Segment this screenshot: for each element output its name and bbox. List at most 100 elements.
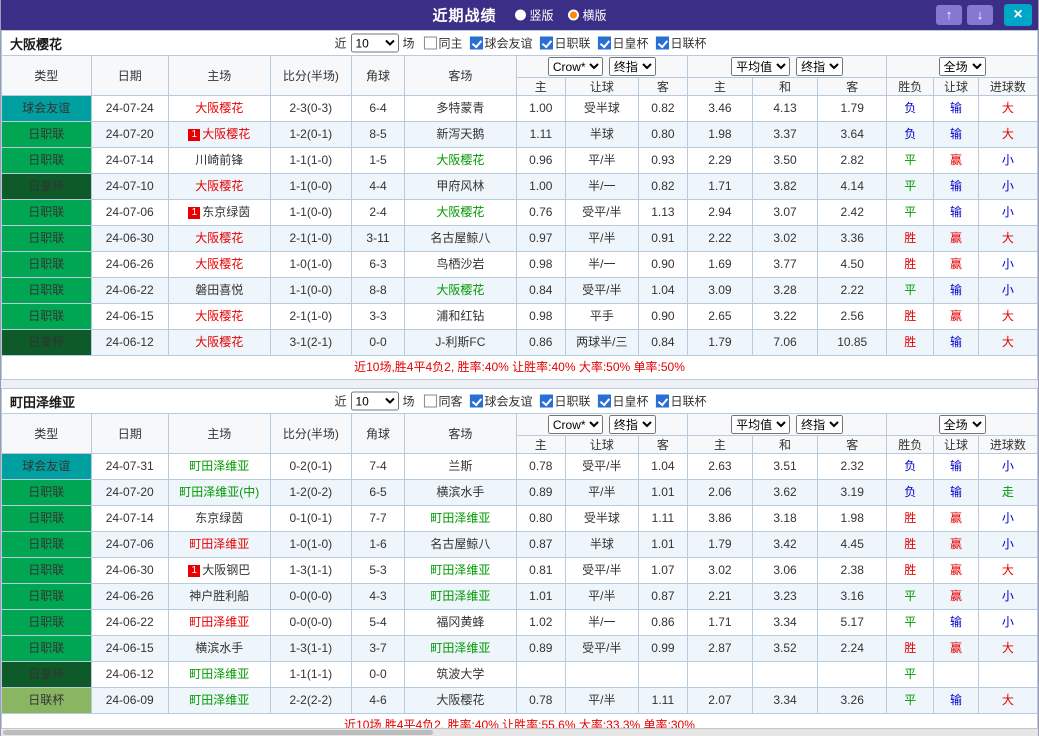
checkbox-icon [423, 394, 437, 408]
match-count-select[interactable]: 10 [350, 33, 399, 53]
league-checkbox-0[interactable]: 球会友谊 [469, 393, 533, 410]
result-handicap-cell: 输 [933, 453, 979, 480]
home-team-name: 东京绿茵 [202, 205, 251, 219]
odds-stage-select[interactable]: 终指 [608, 57, 656, 76]
league-checkbox-3[interactable]: 日联杯 [655, 393, 707, 410]
result-handicap-cell: 赢 [933, 531, 979, 558]
odds-away-cell: 1.01 [637, 479, 688, 506]
odds-group-header-2: 全场 [886, 55, 1038, 78]
odds-handicap-cell: 平手 [564, 303, 639, 330]
avg-stage-select[interactable]: 终指 [796, 415, 844, 434]
match-type-cell: 日职联 [1, 277, 92, 304]
result-outcome-cell: 负 [886, 95, 935, 122]
league-checkbox-3[interactable]: 日联杯 [655, 35, 707, 52]
scroll-down-button[interactable]: ↓ [967, 5, 993, 25]
corners-cell: 4-3 [351, 583, 405, 610]
match-row: 日职联 24-06-15 横滨水手 1-3(1-1) 3-7 町田泽维亚 0.89 受平/半 0… [1, 635, 1038, 662]
league-checkbox-1[interactable]: 日职联 [539, 393, 591, 410]
avg-home-cell: 1.71 [686, 609, 753, 636]
away-team-name: 鸟栖沙岩 [436, 257, 485, 271]
odds-handicap-cell: 受平/半 [564, 635, 639, 662]
same-venue-checkbox[interactable]: 同主 [423, 35, 462, 52]
odds-away-cell: 0.91 [637, 225, 688, 252]
same-venue-checkbox[interactable]: 同客 [423, 393, 462, 410]
scroll-up-button[interactable]: ↑ [936, 5, 962, 25]
result-handicap-cell: 输 [933, 173, 979, 200]
bookmaker-select[interactable]: Crow* [547, 57, 603, 76]
odds-stage-select[interactable]: 终指 [608, 415, 656, 434]
match-type-cell: 日职联 [1, 121, 92, 148]
match-date-cell: 24-06-15 [90, 635, 169, 662]
home-team-name: 町田泽维亚 [189, 615, 250, 629]
avg-away-cell: 2.82 [817, 147, 888, 174]
avg-draw-cell: 3.23 [751, 583, 819, 610]
bookmaker-select[interactable]: Crow* [547, 415, 603, 434]
away-team-name: 名古屋鲸八 [430, 537, 491, 551]
result-outcome-cell: 平 [886, 687, 935, 714]
league-checkbox-2[interactable]: 日皇杯 [597, 393, 649, 410]
odds-away-cell: 0.87 [637, 583, 688, 610]
odds-away-cell: 0.93 [637, 147, 688, 174]
match-date-cell: 24-06-12 [90, 661, 169, 688]
avg-home-cell: 1.69 [686, 251, 753, 278]
checkbox-icon [655, 36, 669, 50]
home-team-name: 东京绿茵 [195, 511, 244, 525]
corners-cell: 5-4 [351, 609, 405, 636]
group3-subcol-2: 进球数 [977, 435, 1038, 454]
match-row: 日皇杯 24-06-12 大阪樱花 3-1(2-1) 0-0 J-利斯FC 0.86 两球半/… [1, 329, 1038, 356]
away-team-name: 筑波大学 [436, 667, 485, 681]
avg-stage-select[interactable]: 终指 [796, 57, 844, 76]
team-section: 町田泽维亚近 10 场同客 球会友谊 日职联 日皇杯 日联杯 类型 日期 主场 比分(半场) 角球 客场… [1, 388, 1038, 736]
league-checkbox-2[interactable]: 日皇杯 [597, 35, 649, 52]
group1-subcol-0: 主 [515, 435, 566, 454]
odds-home-cell: 0.86 [515, 329, 566, 356]
away-team-name: 兰斯 [448, 459, 473, 473]
checkbox-label: 日联杯 [670, 36, 707, 51]
result-goals-cell: 大 [977, 95, 1038, 122]
score-cell: 2-2(2-2) [269, 687, 353, 714]
group2-subcol-1: 和 [751, 435, 819, 454]
corners-cell: 1-6 [351, 531, 405, 558]
avg-home-cell [686, 661, 753, 688]
avg-draw-cell: 3.77 [751, 251, 819, 278]
corners-cell: 4-6 [351, 687, 405, 714]
match-date-cell: 24-07-06 [90, 199, 169, 226]
layout-radio-vertical[interactable]: 竖版 [514, 7, 554, 24]
match-date-cell: 24-07-14 [90, 147, 169, 174]
result-handicap-cell: 赢 [933, 505, 979, 532]
league-checkbox-1[interactable]: 日职联 [539, 35, 591, 52]
away-team-name: 甲府风林 [436, 179, 485, 193]
match-type-cell: 日皇杯 [1, 329, 92, 356]
scrollbar-thumb[interactable] [3, 730, 433, 735]
match-row: 日职联 24-06-15 大阪樱花 2-1(1-0) 3-3 浦和红钻 0.98 平手 0.90… [1, 303, 1038, 330]
average-select[interactable]: 平均值 [731, 57, 791, 76]
result-handicap-cell: 输 [933, 121, 979, 148]
odds-home-cell: 1.02 [515, 609, 566, 636]
odds-home-cell: 0.89 [515, 635, 566, 662]
result-goals-cell: 大 [977, 121, 1038, 148]
home-team-cell: 大阪樱花 [167, 225, 271, 252]
corners-cell: 3-7 [351, 635, 405, 662]
scope-select[interactable]: 全场 [938, 415, 986, 434]
scope-select[interactable]: 全场 [938, 57, 986, 76]
close-button[interactable]: × [1004, 4, 1032, 26]
average-select[interactable]: 平均值 [731, 415, 791, 434]
match-type-cell: 日职联 [1, 505, 92, 532]
home-team-cell: 大阪樱花 [167, 251, 271, 278]
match-count-select[interactable]: 10 [350, 391, 399, 411]
home-team-cell: 大阪樱花 [167, 303, 271, 330]
column-header-1: 日期 [90, 55, 169, 96]
result-outcome-cell: 负 [886, 479, 935, 506]
layout-radio-horizontal[interactable]: 横版 [567, 7, 607, 24]
column-header-5: 客场 [403, 55, 517, 96]
avg-home-cell: 2.06 [686, 479, 753, 506]
group2-subcol-2: 客 [817, 435, 888, 454]
league-checkbox-0[interactable]: 球会友谊 [469, 35, 533, 52]
away-team-name: 町田泽维亚 [430, 589, 491, 603]
odds-away-cell: 1.11 [637, 687, 688, 714]
avg-away-cell: 3.26 [817, 687, 888, 714]
result-goals-cell: 大 [977, 329, 1038, 356]
score-cell: 1-0(1-0) [269, 251, 353, 278]
home-team-cell: 川崎前锋 [167, 147, 271, 174]
horizontal-scrollbar[interactable] [1, 728, 1038, 736]
